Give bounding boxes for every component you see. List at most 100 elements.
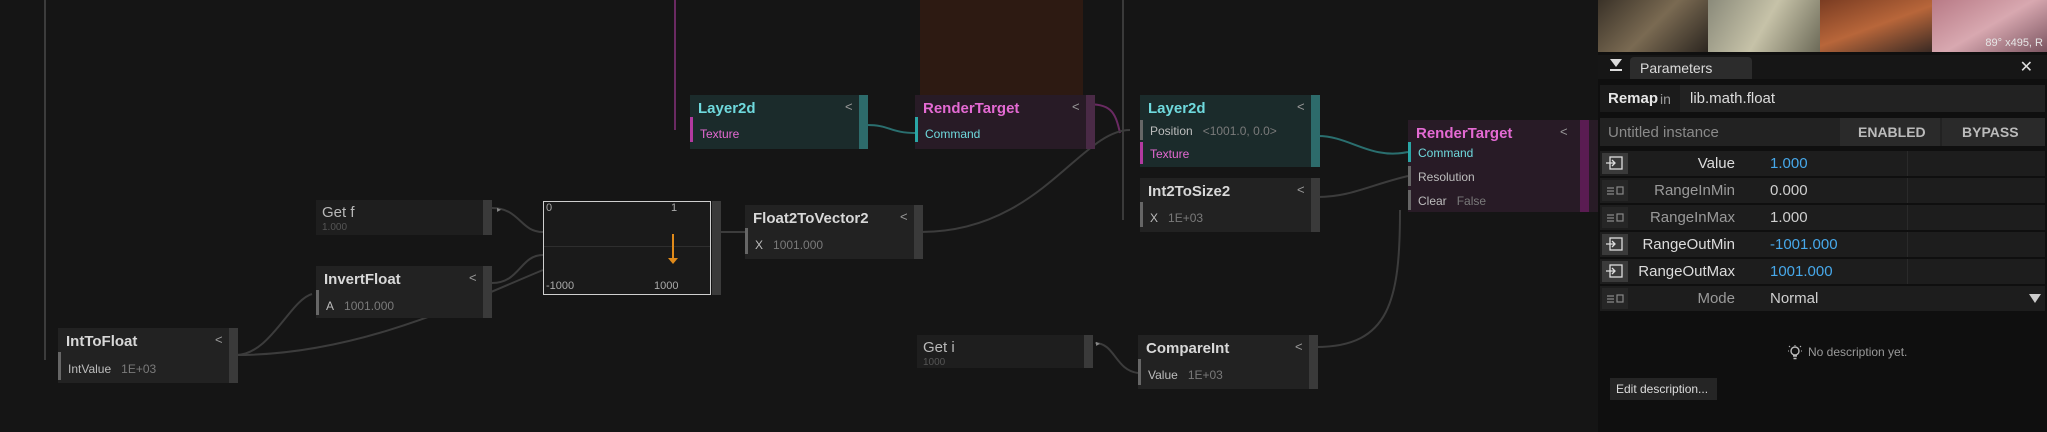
node-get-f[interactable]: Get f 1.000 [316,200,492,235]
output-port[interactable] [229,328,238,383]
thumbnail-image[interactable] [1820,0,1932,52]
node-rendertarget[interactable]: RenderTarget < Command Resolution Clear F… [1408,120,1598,212]
thumbnail-image[interactable] [1598,0,1708,52]
collapse-chevron-icon[interactable]: < [215,332,223,347]
node-title: Float2ToVector2 [753,210,869,227]
bypass-button-label: BYPASS [1962,124,2019,140]
collapse-chevron-icon[interactable]: < [1297,99,1305,114]
node-value: 1000 [923,357,946,368]
input-value: 1E+03 [121,362,157,376]
collapse-chevron-icon[interactable]: < [1560,124,1568,139]
input-label: Texture [1150,147,1190,161]
input-port-bar [915,117,918,142]
output-port[interactable] [1309,335,1318,389]
collapse-chevron-icon[interactable]: < [1295,339,1303,354]
dropdown-arrow-icon[interactable] [2029,294,2041,303]
connect-input-icon[interactable] [1602,261,1628,282]
param-name: RangeInMax [1649,209,1735,226]
instance-name[interactable]: Untitled instance [1608,124,1719,141]
tab-parameters[interactable]: Parameters [1630,57,1752,79]
param-row-rangeinmin[interactable]: RangeInMin 0.000 [1600,178,2045,203]
in-label: in [1660,91,1671,107]
param-name: RangeOutMin [1642,236,1735,253]
param-row-mode[interactable]: Mode Normal [1600,286,2045,311]
input-label: X [755,238,764,252]
param-value[interactable]: 1.000 [1770,209,1808,226]
param-name: RangeOutMax [1638,263,1735,280]
collapse-chevron-icon[interactable]: < [1072,99,1080,114]
panel-menu-icon-bar [1610,69,1622,71]
connect-input-icon[interactable] [1602,234,1628,255]
bypass-button[interactable]: BYPASS [1942,118,2045,146]
panel-menu-icon[interactable] [1610,59,1622,67]
close-icon[interactable]: ✕ [2020,57,2033,77]
graph-label: 1000 [654,280,679,292]
output-port[interactable] [1086,95,1095,149]
node-title: Layer2d [698,100,756,117]
parameter-menu-icon[interactable] [1602,288,1628,309]
param-name: Value [1697,155,1735,172]
output-port[interactable] [483,266,492,318]
node-title: CompareInt [1146,340,1230,357]
node-invertfloat[interactable]: InvertFloat < A 1001.000 [316,266,492,318]
input-port-bar [745,228,748,254]
param-row-rangeoutmax[interactable]: RangeOutMax 1001.000 [1600,259,2045,284]
output-port[interactable] [1311,95,1320,167]
param-row-value[interactable]: Value 1.000 [1600,151,2045,176]
node-rendertarget[interactable]: RenderTarget < Command [915,95,1095,149]
input-port-bar [1408,166,1411,186]
node-compareint[interactable]: CompareInt < Value 1E+03 [1138,335,1318,389]
node-layer2d[interactable]: Layer2d < Texture [690,95,868,149]
divider [1907,232,1908,257]
namespace-field[interactable]: lib.math.float [1680,85,2045,112]
output-port[interactable] [1084,335,1093,368]
enabled-button[interactable]: ENABLED [1840,118,1940,146]
output-port[interactable] [483,200,492,235]
edit-description-button[interactable]: Edit description... [1610,378,1717,400]
node-title: RenderTarget [923,100,1020,117]
param-name: RangeInMin [1654,182,1735,199]
input-port-bar [1140,120,1143,140]
input-port-bar [1408,190,1411,210]
node-float2tovector2[interactable]: Float2ToVector2 < X 1001.000 [745,205,923,259]
parameter-menu-icon[interactable] [1602,180,1628,201]
connect-input-icon[interactable] [1602,153,1628,174]
input-label: Position [1150,124,1193,138]
input-port-bar [1140,142,1143,164]
lightbulb-icon [1788,345,1802,366]
node-title: Get f [322,204,355,221]
node-graph-canvas[interactable]: Layer2d < Texture RenderTarget < Command… [0,0,1598,432]
output-port[interactable] [1580,120,1589,212]
output-port[interactable] [859,95,868,149]
param-value[interactable]: 1.000 [1770,155,1808,172]
collapse-chevron-icon[interactable]: < [1297,182,1305,197]
input-port-bar [316,290,319,315]
operator-header: Remap in lib.math.float [1600,85,2045,112]
param-row-rangeinmax[interactable]: RangeInMax 1.000 [1600,205,2045,230]
collapse-chevron-icon[interactable]: < [900,209,908,224]
thumbnail-image[interactable] [1708,0,1820,52]
node-layer2d[interactable]: Layer2d < Position <1001.0, 0.0> Texture [1140,95,1320,167]
node-remap-graph[interactable]: 0 1 -1000 1000 [543,201,711,295]
output-port[interactable] [1311,178,1320,232]
node-int2tosize2[interactable]: Int2ToSize2 < X 1E+03 [1140,178,1320,232]
param-value[interactable]: 0.000 [1770,182,1808,199]
edit-description-label: Edit description... [1616,382,1709,396]
image-thumbnail-strip[interactable]: 89° x495, R [1598,0,2047,52]
node-get-i[interactable]: Get i 1000 [917,335,1093,368]
parameter-menu-icon[interactable] [1602,207,1628,228]
output-port[interactable] [712,201,721,295]
node-inttofloat[interactable]: IntToFloat < IntValue 1E+03 [58,328,238,383]
collapse-chevron-icon[interactable]: < [469,270,477,285]
input-label: Command [925,127,981,141]
param-row-rangeoutmin[interactable]: RangeOutMin -1001.000 [1600,232,2045,257]
input-a: A 1001.000 [326,299,394,313]
collapse-chevron-icon[interactable]: < [845,99,853,114]
param-value[interactable]: 1001.000 [1770,263,1833,280]
input-label: Value [1148,368,1178,382]
input-value: Value 1E+03 [1148,368,1223,382]
description-placeholder: No description yet. [1808,345,1908,359]
output-port[interactable] [914,205,923,259]
param-value[interactable]: -1001.000 [1770,236,1838,253]
mode-dropdown[interactable]: Normal [1770,290,1818,307]
